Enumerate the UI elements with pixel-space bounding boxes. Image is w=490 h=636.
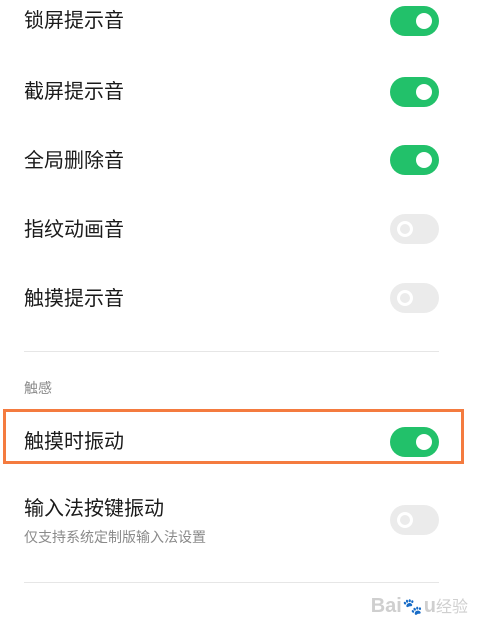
- setting-row-fingerprint-animation-sound[interactable]: 指纹动画音: [0, 207, 490, 251]
- setting-label: 全局删除音: [24, 148, 124, 172]
- toggle-knob: [397, 290, 413, 306]
- section-divider: [24, 351, 439, 352]
- toggle-switch[interactable]: [390, 214, 439, 244]
- toggle-switch[interactable]: [390, 6, 439, 36]
- setting-row-global-delete-sound[interactable]: 全局删除音: [0, 138, 490, 182]
- setting-row-lock-screen-sound[interactable]: 锁屏提示音: [0, 0, 490, 44]
- toggle-switch[interactable]: [390, 505, 439, 535]
- setting-label: 触摸提示音: [24, 286, 124, 310]
- watermark: Bai🐾u经验: [371, 593, 468, 618]
- setting-row-touch-vibration[interactable]: 触摸时振动: [0, 418, 490, 462]
- toggle-switch[interactable]: [390, 427, 439, 457]
- toggle-knob: [416, 13, 432, 29]
- watermark-brand: Bai: [370, 595, 402, 617]
- setting-row-screenshot-sound[interactable]: 截屏提示音: [0, 70, 490, 114]
- setting-label: 锁屏提示音: [24, 8, 124, 32]
- setting-description: 仅支持系统定制版输入法设置: [24, 530, 206, 546]
- section-title-haptics: 触感: [24, 381, 52, 397]
- toggle-knob: [416, 434, 432, 450]
- toggle-switch[interactable]: [390, 145, 439, 175]
- setting-label: 截屏提示音: [24, 79, 124, 103]
- toggle-knob: [416, 152, 432, 168]
- toggle-switch[interactable]: [390, 77, 439, 107]
- setting-label: 输入法按键振动: [24, 496, 164, 520]
- setting-label: 指纹动画音: [24, 217, 124, 241]
- setting-row-touch-sound[interactable]: 触摸提示音: [0, 276, 490, 320]
- paw-icon: 🐾: [402, 599, 423, 616]
- watermark-brand-end: u: [423, 595, 436, 617]
- setting-label: 触摸时振动: [24, 429, 124, 453]
- setting-row-keyboard-vibration[interactable]: 输入法按键振动 仅支持系统定制版输入法设置: [0, 492, 490, 552]
- toggle-knob: [397, 221, 413, 237]
- toggle-knob: [397, 512, 413, 528]
- section-divider: [24, 582, 439, 583]
- toggle-switch[interactable]: [390, 283, 439, 313]
- watermark-suffix: 经验: [435, 599, 468, 616]
- toggle-knob: [416, 84, 432, 100]
